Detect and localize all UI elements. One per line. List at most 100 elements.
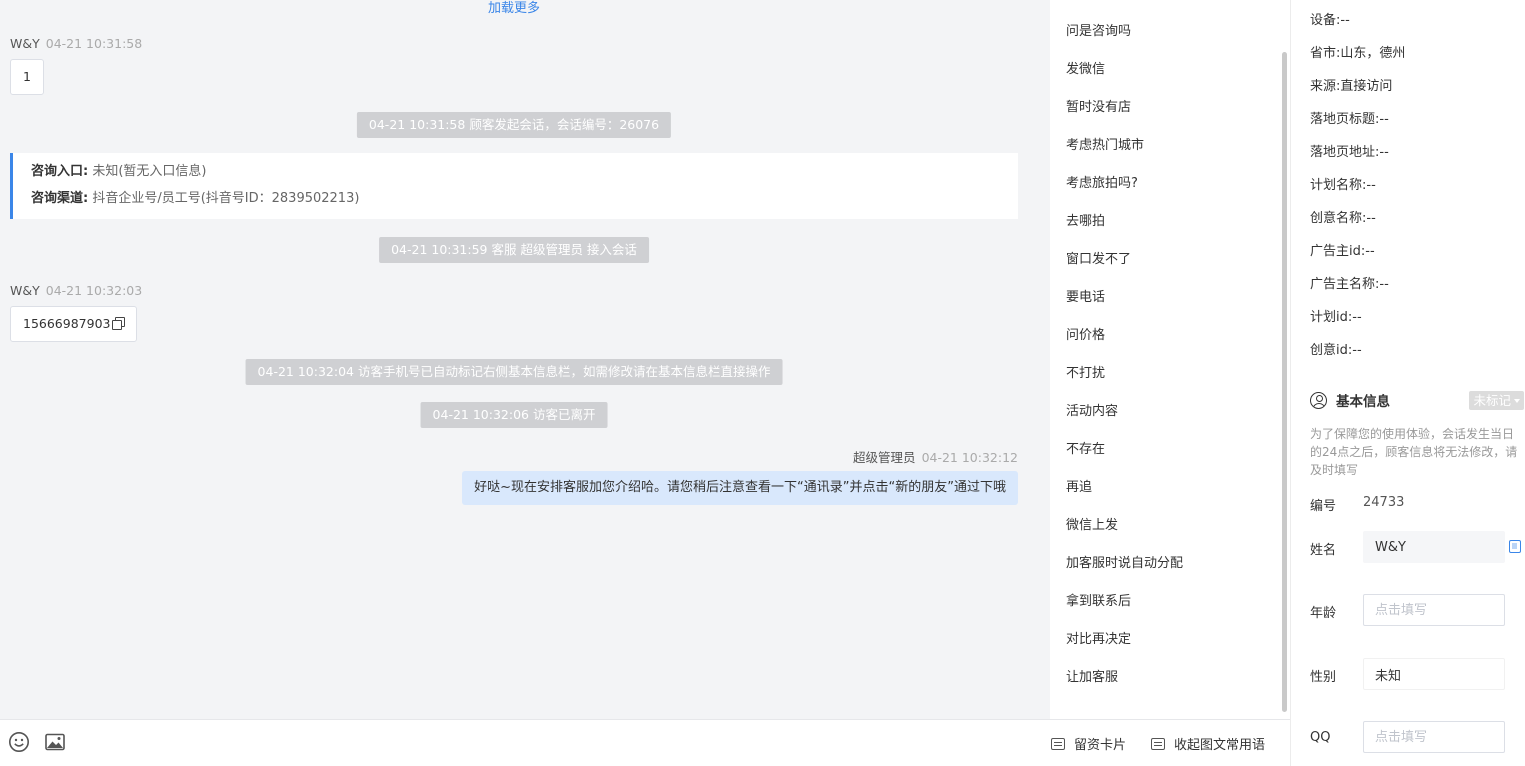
- system-message: 04-21 10:32:04 访客手机号已自动标记右侧基本信息栏，如需修改请在基…: [245, 359, 783, 385]
- visit-info-row: 设备:--: [1310, 9, 1350, 28]
- basic-info-title: 基本信息: [1336, 394, 1390, 410]
- name-label: 姓名: [1310, 543, 1337, 558]
- visit-info-value: --: [1366, 211, 1376, 226]
- qq-field[interactable]: [1363, 721, 1505, 753]
- entry-label: 咨询入口:: [31, 164, 89, 179]
- quick-reply-item[interactable]: 不打扰: [1066, 355, 1183, 393]
- visit-info-row: 计划id:--: [1310, 306, 1362, 325]
- quick-reply-item[interactable]: 拿到联系后: [1066, 583, 1183, 621]
- quick-reply-item[interactable]: 问是咨询吗: [1066, 13, 1183, 51]
- quick-reply-item[interactable]: 考虑旅拍吗?: [1066, 165, 1183, 203]
- channel-value: 抖音企业号/员工号(抖音号ID：2839502213): [92, 191, 360, 206]
- quick-reply-item[interactable]: 要电话: [1066, 279, 1183, 317]
- chat-panel: 加载更多 W&Y 04-21 10:31:58 1 04-21 10:31:58 …: [0, 0, 1050, 719]
- qq-label: QQ: [1310, 730, 1331, 745]
- message-sender: 超级管理员 04-21 10:32:12: [853, 447, 1018, 466]
- message-sender: W&Y 04-21 10:31:58: [10, 36, 142, 51]
- quick-reply-item[interactable]: 活动内容: [1066, 393, 1183, 431]
- quick-reply-item[interactable]: 让加客服: [1066, 659, 1183, 697]
- smiley-icon[interactable]: [8, 731, 30, 753]
- quick-reply-item[interactable]: 再追: [1066, 469, 1183, 507]
- edit-notice: 为了保障您的使用体验，会话发生当日的24点之后，顾客信息将无法修改，请及时填写: [1310, 427, 1518, 477]
- quick-reply-item[interactable]: 发微信: [1066, 51, 1183, 89]
- quick-reply-item[interactable]: 不存在: [1066, 431, 1183, 469]
- id-label: 编号: [1310, 499, 1337, 514]
- entry-value: 未知(暂无入口信息): [92, 164, 207, 179]
- visit-info-value: 山东，德州: [1340, 46, 1406, 61]
- system-message: 04-21 10:31:58 顾客发起会话，会话编号：26076: [356, 112, 672, 138]
- quick-reply-item[interactable]: 考虑热门城市: [1066, 127, 1183, 165]
- age-field[interactable]: [1363, 594, 1505, 626]
- input-toolbar: 留资卡片 收起图文常用语: [0, 719, 1290, 766]
- quick-reply-item[interactable]: 微信上发: [1066, 507, 1183, 545]
- age-label: 年龄: [1310, 606, 1337, 621]
- lead-card-label: 留资卡片: [1074, 738, 1127, 753]
- image-icon[interactable]: [44, 731, 66, 753]
- visit-info-row: 广告主名称:--: [1310, 273, 1389, 292]
- gender-field[interactable]: [1363, 658, 1505, 690]
- visit-info-row: 创意id:--: [1310, 339, 1362, 358]
- visit-info-label: 广告主名称:: [1310, 277, 1380, 292]
- copy-icon[interactable]: [112, 317, 126, 330]
- system-message: 04-21 10:31:59 客服 超级管理员 接入会话: [379, 237, 649, 263]
- quick-reply-list: 问是咨询吗 发微信 暂时没有店 考虑热门城市 考虑旅拍吗? 去哪拍 窗口发不了 要电话 问价格不…: [1066, 13, 1183, 697]
- load-more-link[interactable]: 加载更多: [0, 0, 1028, 16]
- message-bubble-agent: 好哒~现在安排客服加您介绍哈。请您稍后注意查看一下“通讯录”并点击“新的朋友”通…: [462, 471, 1018, 505]
- quick-reply-item[interactable]: 加客服时说自动分配: [1066, 545, 1183, 583]
- visit-info-label: 落地页标题:: [1310, 112, 1380, 127]
- customer-info-panel: 设备:-- 省市:山东，德州 来源:直接访问 落地页标题:-- 落地页地址:-- 计划名称…: [1290, 0, 1525, 766]
- visit-info-label: 计划id:: [1310, 310, 1353, 325]
- message-bubble: 15666987903: [10, 306, 138, 342]
- visit-info-label: 来源:: [1310, 79, 1341, 94]
- message-time: 04-21 10:32:03: [45, 283, 143, 298]
- channel-row: 咨询渠道: 抖音企业号/员工号(抖音号ID：2839502213): [31, 189, 1018, 216]
- name-field[interactable]: [1363, 531, 1505, 563]
- visit-info-row: 落地页地址:--: [1310, 141, 1389, 160]
- lead-card-button[interactable]: 留资卡片: [1051, 734, 1126, 753]
- visit-info-row: 广告主id:--: [1310, 240, 1375, 259]
- message-bubble: 1: [10, 59, 44, 95]
- message-time: 04-21 10:32:12: [921, 450, 1018, 465]
- message-time: 04-21 10:31:58: [45, 36, 143, 51]
- edit-icon[interactable]: [1509, 540, 1521, 553]
- sender-name: W&Y: [10, 36, 40, 51]
- basic-info-header: 基本信息 未标记: [1310, 390, 1524, 410]
- visit-info-label: 广告主id:: [1310, 244, 1366, 259]
- visit-info-label: 创意名称:: [1310, 211, 1367, 226]
- visit-info-value: --: [1352, 310, 1362, 325]
- id-value: 24733: [1363, 495, 1405, 510]
- quick-reply-item[interactable]: 暂时没有店: [1066, 89, 1183, 127]
- visit-info-value: --: [1365, 244, 1375, 259]
- quick-reply-panel: 问是咨询吗 发微信 暂时没有店 考虑热门城市 考虑旅拍吗? 去哪拍 窗口发不了 要电话 问价格不…: [1050, 0, 1290, 719]
- card-icon: [1051, 737, 1065, 750]
- user-icon: [1310, 391, 1327, 409]
- system-message: 04-21 10:32:06 访客已离开: [420, 402, 608, 428]
- quick-reply-item[interactable]: 对比再决定: [1066, 621, 1183, 659]
- quick-reply-scrollbar[interactable]: [1282, 52, 1287, 712]
- visit-info-row: 落地页标题:--: [1310, 108, 1389, 127]
- message-sender: W&Y 04-21 10:32:03: [10, 283, 142, 298]
- quick-reply-item[interactable]: 去哪拍: [1066, 203, 1183, 241]
- gender-label: 性别: [1310, 670, 1337, 685]
- mark-dropdown[interactable]: 未标记: [1469, 390, 1524, 410]
- visit-info-row: 创意名称:--: [1310, 207, 1376, 226]
- quick-reply-item[interactable]: 窗口发不了: [1066, 241, 1183, 279]
- visit-info-value: --: [1379, 112, 1389, 127]
- mark-label: 未标记: [1473, 392, 1511, 408]
- phone-number: 15666987903: [23, 316, 111, 331]
- visit-info-value: --: [1379, 277, 1389, 292]
- visit-info-row: 来源:直接访问: [1310, 75, 1392, 94]
- sender-name: W&Y: [10, 283, 40, 298]
- visit-info-value: 直接访问: [1340, 79, 1393, 94]
- quick-reply-item[interactable]: 问价格: [1066, 317, 1183, 355]
- consult-entry-card: 咨询入口: 未知(暂无入口信息) 咨询渠道: 抖音企业号/员工号(抖音号ID：2…: [10, 153, 1018, 219]
- visit-info-label: 创意id:: [1310, 343, 1353, 358]
- visit-info-value: --: [1340, 13, 1350, 28]
- visit-info-value: --: [1352, 343, 1362, 358]
- visit-info-label: 设备:: [1310, 13, 1341, 28]
- visit-info-value: --: [1366, 178, 1376, 193]
- visit-info-label: 省市:: [1310, 46, 1341, 61]
- entry-row: 咨询入口: 未知(暂无入口信息): [31, 162, 1018, 189]
- collapse-phrases-button[interactable]: 收起图文常用语: [1151, 734, 1265, 753]
- phrases-icon: [1151, 737, 1165, 750]
